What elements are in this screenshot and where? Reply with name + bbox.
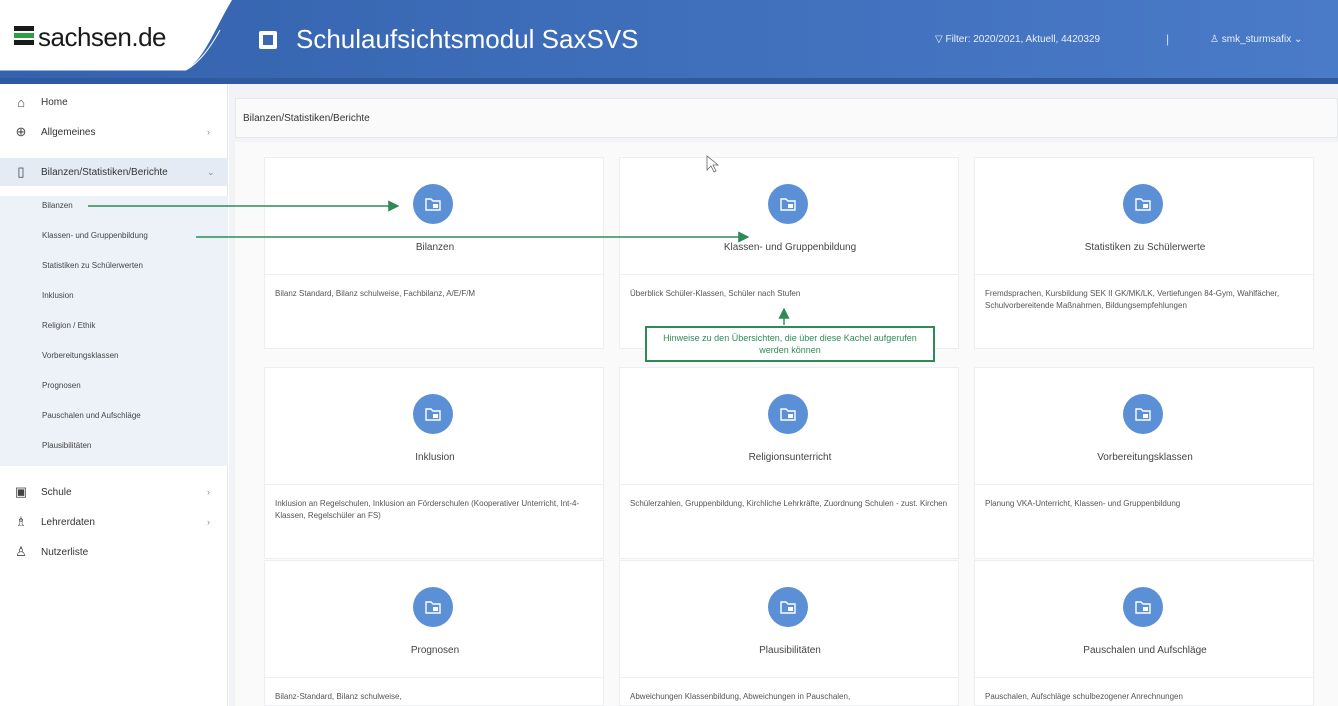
annotation-note: Hinweise zu den Übersichten, die über di… — [645, 326, 935, 362]
mouse-cursor-icon — [706, 155, 720, 173]
app-window: sachsen.de Schulaufsichtsmodul SaxSVS ▽ … — [0, 0, 1338, 706]
